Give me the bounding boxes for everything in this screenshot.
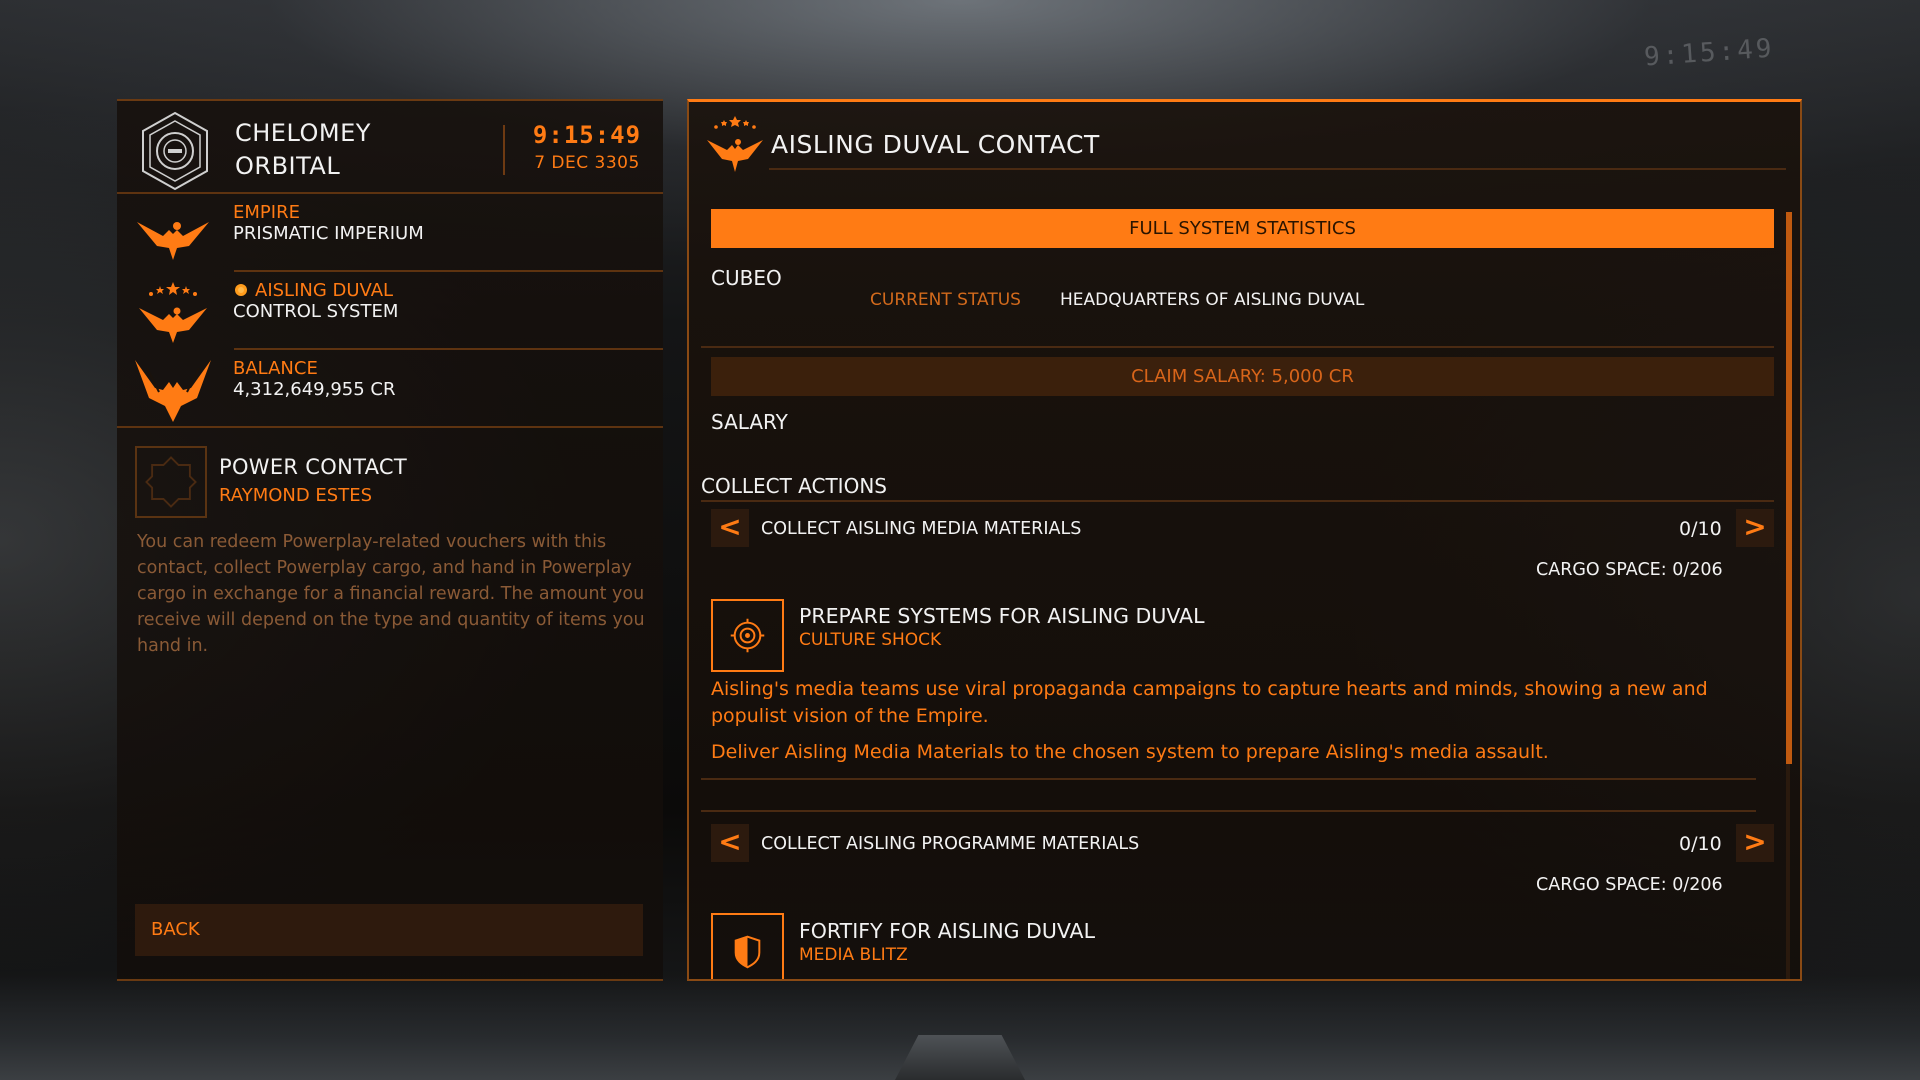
increase-programme-materials-button[interactable]: > [1736,824,1774,862]
decrease-media-materials-button[interactable]: < [711,509,749,547]
station-name: CHELOMEY ORBITAL [235,119,371,180]
section-divider [701,810,1756,812]
power-status: CONTROL SYSTEM [233,301,399,322]
task-description: Aisling's media teams use viral propagan… [711,678,1708,727]
current-status-label: CURRENT STATUS [870,290,1021,310]
target-icon [730,618,765,653]
system-name: CUBEO [711,266,782,290]
background-hud-clock: 9:15:49 [1643,33,1776,73]
full-system-statistics-button[interactable]: FULL SYSTEM STATISTICS [711,209,1774,248]
balance-value: 4,312,649,955 CR [233,379,396,400]
contact-name: RAYMOND ESTES [219,485,373,506]
decrease-programme-materials-button[interactable]: < [711,824,749,862]
action-count: 0/10 [1679,518,1722,540]
section-divider [701,346,1774,348]
power-label: AISLING DUVAL [233,280,393,301]
balance-row: BALANCE 4,312,649,955 CR [117,350,663,428]
contact-badge-icon [145,456,197,508]
task-title: PREPARE SYSTEMS FOR AISLING DUVAL [799,604,1205,628]
back-button[interactable]: BACK [135,904,643,956]
task-icon-frame [711,599,784,672]
current-status-value: HEADQUARTERS OF AISLING DUVAL [1060,290,1365,310]
cargo-space: CARGO SPACE: 0/206 [1536,560,1723,580]
contact-panel-title: AISLING DUVAL CONTACT [771,130,1100,159]
salary-label: SALARY [711,410,788,434]
task-subtitle: MEDIA BLITZ [799,945,908,965]
increase-media-materials-button[interactable]: > [1736,509,1774,547]
task-subtitle: CULTURE SHOCK [799,630,942,650]
aisling-duval-icon [139,282,207,343]
power-row: AISLING DUVAL CONTROL SYSTEM [117,272,663,350]
allegiance-value: PRISMATIC IMPERIUM [233,223,424,244]
action-label: COLLECT AISLING MEDIA MATERIALS [761,519,1082,539]
contact-icon-frame [135,446,207,518]
power-name: AISLING DUVAL [255,280,394,301]
clock-divider [503,125,505,175]
balance-label: BALANCE [233,358,318,379]
row-divider [117,426,663,428]
aisling-duval-icon [707,116,763,172]
contact-panel: AISLING DUVAL CONTACT FULL SYSTEM STATIS… [687,99,1802,981]
contact-title: POWER CONTACT [219,455,407,479]
section-divider [701,778,1756,780]
powerplay-sun-icon [235,284,247,296]
cargo-space: CARGO SPACE: 0/206 [1536,875,1723,895]
allegiance-row: EMPIRE PRISMATIC IMPERIUM [117,194,663,272]
empire-eagle-icon [137,222,209,260]
clock-time: 9:15:49 [532,121,642,149]
station-header: CHELOMEY ORBITAL 9:15:49 7 DEC 3305 [117,101,663,194]
clock-date: 7 DEC 3305 [534,153,640,173]
title-divider [769,168,1786,170]
task-icon-frame [711,913,784,979]
elite-rank-icon [135,360,211,422]
allegiance-label: EMPIRE [233,202,300,223]
task-instruction: Deliver Aisling Media Materials to the c… [711,741,1549,763]
scrollbar-thumb[interactable] [1786,212,1792,764]
action-label: COLLECT AISLING PROGRAMME MATERIALS [761,834,1140,854]
station-info-panel: CHELOMEY ORBITAL 9:15:49 7 DEC 3305 EMPI… [117,99,663,981]
action-count: 0/10 [1679,833,1722,855]
contact-description: You can redeem Powerplay-related voucher… [137,532,645,656]
task-title: FORTIFY FOR AISLING DUVAL [799,919,1095,943]
shield-icon [734,935,761,969]
section-divider [701,500,1774,502]
claim-salary-button[interactable]: CLAIM SALARY: 5,000 CR [711,357,1774,396]
collect-actions-heading: COLLECT ACTIONS [701,474,887,498]
station-icon [142,111,208,191]
